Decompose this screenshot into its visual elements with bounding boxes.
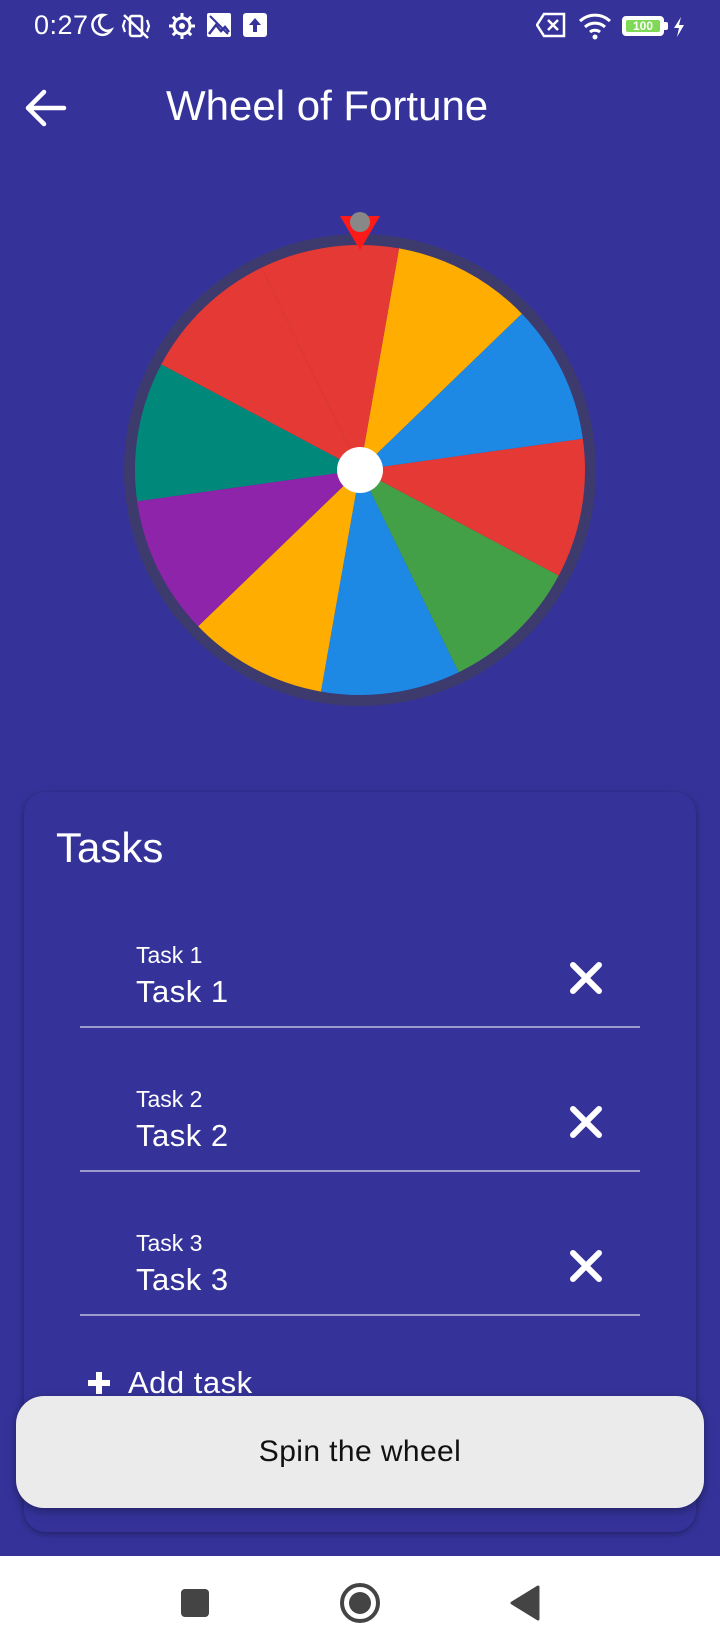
image-icon bbox=[206, 12, 232, 43]
fortune-wheel[interactable] bbox=[110, 200, 610, 710]
navigation-bar bbox=[0, 1556, 720, 1650]
charging-icon bbox=[672, 16, 686, 43]
close-icon bbox=[570, 1106, 602, 1138]
upload-icon bbox=[242, 12, 268, 43]
arrow-left-icon bbox=[25, 89, 67, 127]
moon-icon bbox=[88, 12, 115, 43]
pointer-pin bbox=[350, 212, 370, 232]
triangle-back-icon bbox=[510, 1585, 540, 1621]
task-field[interactable]: Task 3 Task 3 bbox=[80, 1206, 640, 1316]
spin-button[interactable]: Spin the wheel bbox=[16, 1396, 704, 1508]
close-icon bbox=[570, 962, 602, 994]
app-bar: Wheel of Fortune bbox=[0, 56, 720, 160]
vibrate-off-icon bbox=[120, 12, 152, 45]
home-button[interactable] bbox=[335, 1578, 385, 1628]
no-sim-icon bbox=[535, 12, 566, 43]
task-input[interactable]: Task 2 bbox=[136, 1118, 229, 1154]
task-input[interactable]: Task 3 bbox=[136, 1262, 229, 1298]
task-field[interactable]: Task 1 Task 1 bbox=[80, 918, 640, 1028]
app-screen: 0:27 100 Wheel of Fortune Tasks Task 1 T… bbox=[0, 0, 720, 1556]
tasks-title: Tasks bbox=[56, 824, 164, 871]
task-field[interactable]: Task 2 Task 2 bbox=[80, 1062, 640, 1172]
status-bar: 0:27 100 bbox=[0, 0, 720, 56]
delete-task-button[interactable] bbox=[562, 1098, 610, 1146]
task-label: Task 2 bbox=[136, 1086, 203, 1112]
square-icon bbox=[181, 1589, 209, 1617]
delete-task-button[interactable] bbox=[562, 1242, 610, 1290]
page-title: Wheel of Fortune bbox=[166, 82, 489, 129]
gear-icon bbox=[168, 12, 196, 45]
close-icon bbox=[570, 1250, 602, 1282]
wheel-hub bbox=[337, 447, 383, 493]
wifi-icon bbox=[578, 12, 612, 45]
battery-cap bbox=[664, 22, 668, 30]
battery-icon: 100 bbox=[622, 16, 664, 36]
back-nav-button[interactable] bbox=[500, 1578, 550, 1628]
plus-icon bbox=[88, 1372, 110, 1394]
home-circle-icon bbox=[340, 1583, 380, 1623]
recents-button[interactable] bbox=[170, 1578, 220, 1628]
task-input[interactable]: Task 1 bbox=[136, 974, 229, 1010]
delete-task-button[interactable] bbox=[562, 954, 610, 1002]
status-time: 0:27 bbox=[34, 10, 89, 40]
task-label: Task 3 bbox=[136, 1230, 203, 1256]
task-label: Task 1 bbox=[136, 942, 203, 968]
wheel-container bbox=[110, 200, 610, 710]
back-button[interactable] bbox=[18, 80, 74, 136]
battery-level: 100 bbox=[626, 20, 660, 32]
